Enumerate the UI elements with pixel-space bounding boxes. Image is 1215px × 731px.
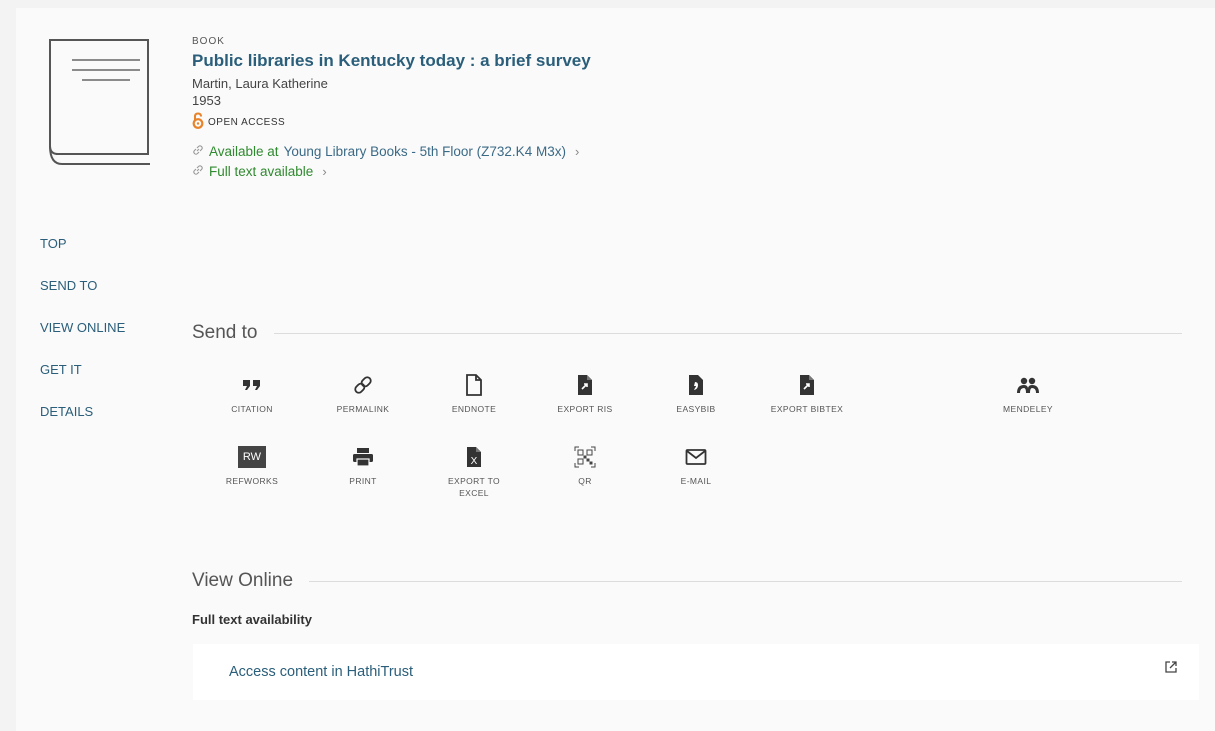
- nav-get-it[interactable]: GET IT: [40, 362, 125, 404]
- record-author: Martin, Laura Katherine: [192, 76, 328, 91]
- easybib-icon: [656, 373, 736, 397]
- qr-code-icon: [545, 445, 625, 469]
- section-nav: TOP SEND TO VIEW ONLINE GET IT DETAILS: [40, 236, 125, 446]
- export-to-excel-button[interactable]: X EXPORT TO EXCEL: [434, 445, 514, 499]
- export-file-icon: [545, 373, 625, 397]
- envelope-icon: [656, 445, 736, 469]
- nav-view-online[interactable]: VIEW ONLINE: [40, 320, 125, 362]
- citation-button[interactable]: CITATION: [212, 373, 292, 415]
- external-link-icon[interactable]: [1165, 660, 1177, 678]
- mendeley-icon: [988, 373, 1068, 397]
- chevron-right-icon: ›: [322, 164, 327, 179]
- permalink-button[interactable]: PERMALINK: [323, 373, 403, 415]
- availability-status: Available at: [209, 144, 279, 159]
- record-title[interactable]: Public libraries in Kentucky today : a b…: [192, 51, 591, 71]
- location-availability-link[interactable]: Available at Young Library Books - 5th F…: [192, 142, 591, 162]
- export-file-icon: [757, 373, 857, 397]
- endnote-button[interactable]: ENDNOTE: [434, 373, 514, 415]
- document-icon: [434, 373, 514, 397]
- nav-details[interactable]: DETAILS: [40, 404, 125, 446]
- export-ris-button[interactable]: EXPORT RIS: [545, 373, 625, 415]
- fulltext-availability-link[interactable]: Full text available ›: [192, 162, 591, 182]
- refworks-button[interactable]: RW REFWORKS: [212, 445, 292, 487]
- nav-send-to[interactable]: SEND TO: [40, 278, 125, 320]
- link-icon: [192, 162, 204, 182]
- hathitrust-access-link[interactable]: Access content in HathiTrust: [229, 664, 413, 680]
- easybib-button[interactable]: EASYBIB: [656, 373, 736, 415]
- divider: [309, 580, 1182, 582]
- full-text-availability-label: Full text availability: [192, 612, 312, 627]
- record-header: BOOK Public libraries in Kentucky today …: [192, 36, 591, 182]
- divider: [273, 332, 1182, 334]
- availability-location: Young Library Books - 5th Floor (Z732.K4…: [283, 144, 566, 159]
- print-button[interactable]: PRINT: [323, 445, 403, 487]
- send-to-heading: Send to: [192, 322, 1182, 344]
- view-online-heading: View Online: [192, 570, 1182, 592]
- fulltext-status: Full text available: [209, 164, 314, 179]
- chevron-right-icon: ›: [574, 144, 580, 159]
- open-lock-icon: [192, 112, 204, 132]
- record-type: BOOK: [192, 36, 225, 47]
- qr-button[interactable]: QR: [545, 445, 625, 487]
- quote-icon: [212, 373, 292, 397]
- export-bibtex-button[interactable]: EXPORT BIBTEX: [757, 373, 857, 415]
- email-button[interactable]: E-MAIL: [656, 445, 736, 487]
- svg-text:X: X: [471, 456, 478, 467]
- nav-top[interactable]: TOP: [40, 236, 125, 278]
- availability: Available at Young Library Books - 5th F…: [192, 142, 591, 182]
- excel-icon: X: [434, 445, 514, 469]
- record-year: 1953: [192, 93, 221, 108]
- open-access-label: OPEN ACCESS: [208, 116, 286, 128]
- view-online-title: View Online: [192, 570, 294, 591]
- refworks-icon: RW: [212, 445, 292, 469]
- link-icon: [323, 373, 403, 397]
- hathitrust-access-row[interactable]: Access content in HathiTrust: [193, 644, 1199, 700]
- printer-icon: [323, 445, 403, 469]
- send-to-title: Send to: [192, 322, 258, 343]
- mendeley-button[interactable]: MENDELEY: [988, 373, 1068, 415]
- link-icon: [192, 142, 204, 162]
- book-thumbnail-icon: [44, 36, 154, 177]
- open-access-badge: OPEN ACCESS: [192, 112, 591, 132]
